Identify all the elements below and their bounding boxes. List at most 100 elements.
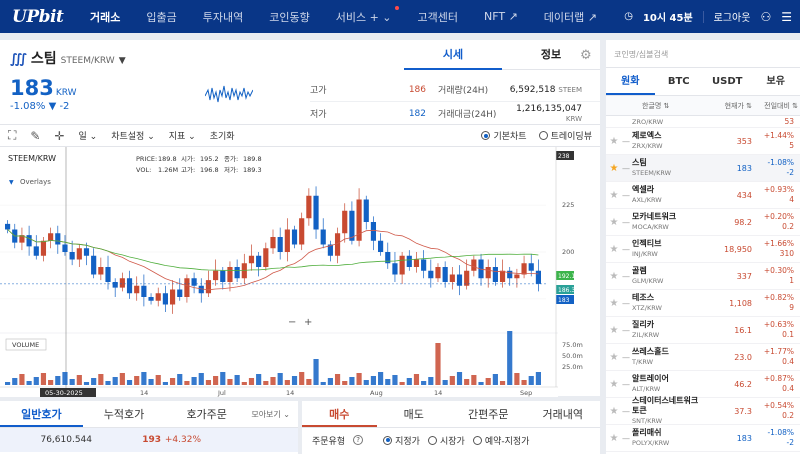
interval-select[interactable]: 일 ⌄ [79, 129, 98, 142]
star-icon[interactable]: ★ [606, 406, 622, 417]
coin-price: 46.2 [734, 379, 752, 389]
star-icon[interactable]: ★ [606, 190, 622, 201]
crosshair-icon[interactable]: ✛ [54, 129, 64, 143]
star-icon[interactable]: ★ [606, 163, 622, 174]
coin-list-item[interactable]: ★ — 인젝티브 INJ/KRW 18,950 +1.66% 310 [606, 236, 800, 263]
orderbook-row[interactable]: 76,610.544 193 +4.32% [0, 428, 298, 452]
tab-orderbook-normal[interactable]: 일반호가 [0, 401, 83, 427]
star-icon[interactable]: ★ [606, 379, 622, 390]
coin-list-item[interactable]: ★ — 폴리매쉬 POLYX/KRW 183 -1.08% -2 [606, 425, 800, 452]
chart-settings-select[interactable]: 차트설정 ⌄ [111, 129, 155, 142]
reset-button[interactable]: 초기화 [210, 129, 235, 142]
session-timer[interactable]: 10시 45분 [643, 9, 693, 24]
nav-item-trends[interactable]: 코인동향 [269, 9, 309, 25]
volume-bar [126, 380, 133, 385]
sort-price[interactable]: 현재가 ⇅ [704, 101, 752, 111]
coin-list-panel: 코인명/심볼검색 원화 BTC USDT 보유 한글명 ⇅ 현재가 ⇅ 전일대비… [606, 40, 800, 454]
market-title[interactable]: ∭ 스팀 STEEM/KRW ▼ [10, 48, 126, 68]
tab-holdings[interactable]: 보유 [752, 68, 800, 95]
volume-bar [155, 375, 161, 385]
user-icon[interactable]: ⚇ [760, 10, 771, 24]
tab-history[interactable]: 거래내역 [526, 401, 601, 427]
tab-quote[interactable]: 시세 [404, 40, 502, 70]
sort-change[interactable]: 전일대비 ⇅ [752, 101, 798, 111]
coin-list-item[interactable]: ★ — 제로엑스 ZRX/KRW 353 +1.44% 5 [606, 128, 800, 155]
coin-change-rate: +1.44% [763, 131, 794, 140]
candle-body [514, 274, 520, 279]
menu-icon[interactable]: ☰ [781, 10, 792, 24]
star-icon[interactable]: ★ [606, 271, 622, 282]
overlays-label[interactable]: Overlays [20, 178, 51, 186]
coin-list-item[interactable]: ★ — 테조스 XTZ/KRW 1,108 +0.82% 9 [606, 290, 800, 317]
coin-list-item[interactable]: ★ — 스팀 STEEM/KRW 183 -1.08% -2 [606, 155, 800, 182]
coin-list-item[interactable]: ★ — 알트레이어 ALT/KRW 46.2 +0.87% 0.4 [606, 371, 800, 398]
tradingview-radio[interactable]: 트레이딩뷰 [538, 129, 592, 142]
sort-name[interactable]: 한글명 ⇅ [642, 101, 704, 111]
nav-item-nft[interactable]: NFT ↗ [484, 10, 518, 23]
coin-change-rate: +1.66% [763, 239, 794, 248]
tab-orderbook-cumulative[interactable]: 누적호가 [83, 401, 166, 427]
stop-limit-radio[interactable]: 예약-지정가 [472, 434, 529, 447]
caret-down-icon[interactable]: ▼ [119, 56, 126, 66]
nav-item-support[interactable]: 고객센터 [418, 9, 458, 25]
gear-icon[interactable]: ⚙ [580, 48, 594, 63]
coin-list-item[interactable]: ★ — 쓰레스홀드 T/KRW 23.0 +1.77% 0.4 [606, 344, 800, 371]
star-icon[interactable]: ★ [606, 244, 622, 255]
limit-radio[interactable]: 지정가 [383, 434, 420, 447]
nav-item-exchange[interactable]: 거래소 [90, 9, 120, 25]
coin-name-cell: 스테이터스네트워크토큰 SNT/KRW [632, 396, 704, 426]
coin-list-item[interactable]: ★ — 질리카 ZIL/KRW 16.1 +0.63% 0.1 [606, 317, 800, 344]
zoom-out-icon[interactable]: − [288, 317, 296, 328]
upbit-logo[interactable]: UPbit [12, 7, 90, 27]
indicator-select[interactable]: 지표 ⌄ [169, 129, 196, 142]
nav-item-investments[interactable]: 투자내역 [203, 9, 243, 25]
coin-search-input[interactable]: 코인명/심볼검색 [606, 40, 800, 68]
candle-body [370, 222, 377, 241]
basic-chart-label: 기본차트 [493, 132, 527, 142]
coin-change-cell: 53 [752, 117, 794, 127]
candle-body [263, 248, 269, 267]
tab-btc[interactable]: BTC [655, 68, 704, 95]
tab-sell[interactable]: 매도 [377, 401, 452, 427]
candle-body [521, 263, 527, 275]
coin-list-item[interactable]: ★ — 모카네트워크 MOCA/KRW 98.2 +0.20% 0.2 [606, 209, 800, 236]
nav-item-deposit[interactable]: 입출금 [146, 9, 176, 25]
zoom-in-icon[interactable]: + [304, 317, 312, 328]
price-chart[interactable]: 175200225238192.1186.318375.0m50.0m25.0m… [0, 147, 600, 397]
coin-list-item[interactable]: ★ — 골렘 GLM/KRW 337 +0.30% 1 [606, 263, 800, 290]
coin-change-rate: +0.82% [763, 293, 794, 302]
coin-list-item[interactable]: ZRO/KRW 53 [606, 116, 800, 128]
tab-simple-order[interactable]: 간편주문 [451, 401, 526, 427]
nav-item-services[interactable]: 서비스 + ⌄ [335, 5, 399, 25]
orderbook-view-select[interactable]: 모아보기 ⌄ [248, 401, 298, 427]
tab-buy[interactable]: 매수 [302, 401, 377, 427]
tab-usdt[interactable]: USDT [703, 68, 752, 95]
y-tick-label: 225 [562, 201, 574, 209]
nav-item-datalab[interactable]: 데이터랩 ↗ [544, 9, 597, 25]
volume-bar [119, 373, 125, 385]
nav-item-services-label: 서비스 + [335, 10, 379, 24]
star-icon[interactable]: ★ [606, 136, 622, 147]
price-badge-label: 238 [558, 153, 570, 160]
tab-krw[interactable]: 원화 [606, 68, 655, 95]
steem-logo-icon: ∭ [10, 52, 27, 67]
logout-button[interactable]: 로그아웃 [714, 9, 751, 24]
pencil-icon[interactable]: ✎ [30, 129, 40, 143]
star-icon[interactable]: ★ [606, 433, 622, 444]
coin-price: 23.0 [734, 352, 752, 362]
star-icon[interactable]: ★ [606, 217, 622, 228]
star-icon[interactable]: ★ [606, 298, 622, 309]
basic-chart-radio[interactable]: 기본차트 [481, 129, 527, 142]
star-icon[interactable]: ★ [606, 352, 622, 363]
volume-bar [277, 373, 283, 385]
volume-bar [148, 379, 154, 385]
volume-bar [83, 382, 90, 385]
fullscreen-icon[interactable]: ⛶ [8, 128, 16, 143]
coin-list-item[interactable]: ★ — 스테이터스네트워크토큰 SNT/KRW 37.3 +0.54% 0.2 [606, 396, 800, 426]
star-icon[interactable]: ★ [606, 325, 622, 336]
market-radio[interactable]: 시장가 [427, 434, 465, 447]
volume-bar [33, 377, 39, 385]
coin-list-item[interactable]: ★ — 엑셀라 AXL/KRW 434 +0.93% 4 [606, 182, 800, 209]
tab-orderbook-order[interactable]: 호가주문 [165, 401, 248, 427]
help-icon[interactable]: ? [353, 435, 364, 445]
